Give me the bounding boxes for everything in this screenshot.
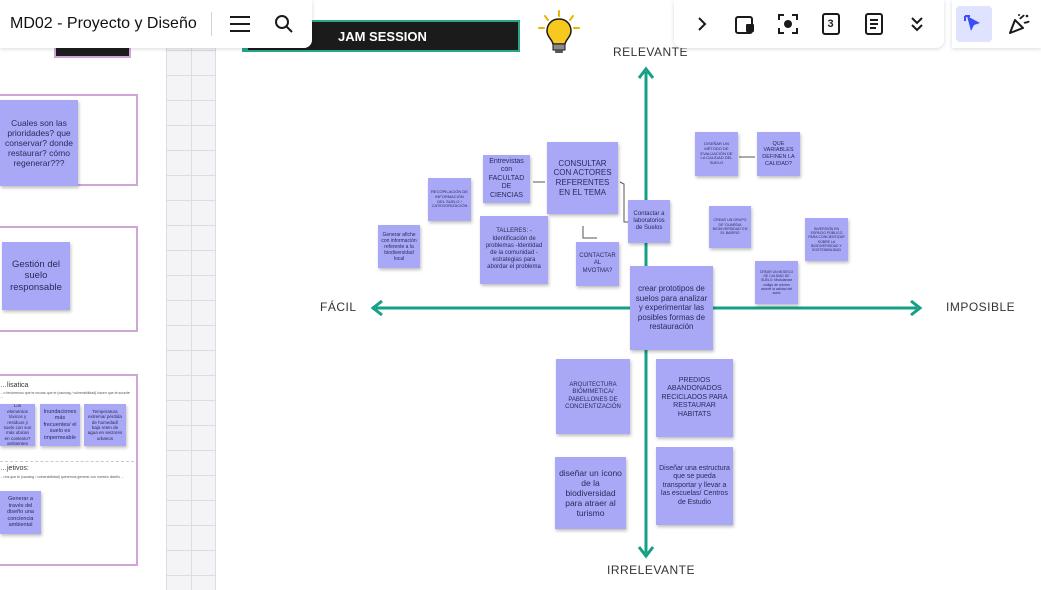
expand-toolbar-button[interactable]	[684, 6, 720, 42]
axis-label-left: FÁCIL	[320, 300, 357, 314]
sticky-text: RECOPILACIÓN DE INFORMACIÓN DEL SUELO / …	[431, 188, 468, 209]
select-tool-button[interactable]	[956, 6, 993, 42]
reactions-button[interactable]	[1001, 6, 1037, 42]
sticky-text: diseñar un ícono de la biodiversidad par…	[559, 467, 622, 519]
axis-label-right: IMPOSIBLE	[946, 300, 1016, 314]
sticky-variables[interactable]: QUE VARIABLES DEFINEN LA CALIDAD?	[757, 132, 800, 176]
sticky-text: INVERSIÓN EN ESPACIO PÚBLICO PARA CONCIE…	[808, 226, 845, 252]
sticky-text: ARQUITECTURA BIOMIMETICA/ PABELLONES DE …	[565, 382, 621, 410]
axis-label-top: RELEVANTE	[613, 45, 688, 59]
counter-value: 3	[827, 18, 834, 30]
sticky-recopilacion[interactable]: RECOPILACIÓN DE INFORMACIÓN DEL SUELO / …	[428, 178, 471, 221]
sticky-text: CONSULTAR CON ACTORES REFERENTES EN EL T…	[553, 158, 612, 197]
board-canvas[interactable]: Cuales son las prioridades? que conserva…	[0, 0, 1041, 590]
sticky-predios[interactable]: PREDIOS ABANDONADOS RECICLADOS PARA REST…	[656, 359, 733, 437]
sticky-crear-grupo[interactable]: CREAR UN GRUPO DE 'GUARDIA BIODIVERSIDAD…	[709, 206, 751, 248]
sticky-text: Entrevistas con FACULTAD DE CIENCIAS	[488, 158, 525, 199]
priority-matrix-axes	[370, 66, 923, 559]
toolbar-separator	[210, 12, 212, 36]
sticky-estructura[interactable]: Diseñar una estructura que se pueda tran…	[656, 447, 733, 525]
sticky-text: DISEÑAR UN MÉTODO DE EVALUACIÓN DE LA CA…	[700, 141, 733, 166]
focus-button[interactable]	[770, 6, 806, 42]
sticky-contactar-mvotma[interactable]: CONTACTAR AL MVOTMA?	[576, 242, 619, 286]
frame-icon	[734, 16, 754, 34]
sticky-text: CREAR UN GRUPO DE 'GUARDIA BIODIVERSIDAD…	[712, 218, 748, 236]
focus-icon	[777, 14, 798, 34]
sticky-text: CREAR UN MODELO DE CALIDAD DE SUELO: Mod…	[759, 270, 794, 295]
mode-toolbar	[952, 0, 1041, 48]
notes-icon	[864, 13, 883, 35]
double-chevron-down-icon	[910, 17, 923, 32]
board-header: MD02 - Proyecto y Diseño	[0, 0, 312, 48]
chevron-right-icon	[697, 17, 706, 31]
sticky-crear-modelo[interactable]: CREAR UN MODELO DE CALIDAD DE SUELO: Mod…	[755, 261, 798, 304]
sticky-contactar-laboratorios[interactable]: Contactar a laboratorios de Suelos	[628, 200, 670, 243]
sticky-icono[interactable]: diseñar un ícono de la biodiversidad par…	[555, 457, 626, 529]
celebrate-icon	[1008, 14, 1030, 34]
sticky-text: Contactar a laboratorios de Suelos	[633, 210, 665, 232]
select-cursor-icon	[964, 15, 981, 31]
sticky-text: Diseñar una estructura que se pueda tran…	[659, 465, 730, 506]
counter-button[interactable]: 3	[813, 6, 849, 42]
sticky-text: Generar afiche con información referente…	[381, 231, 417, 262]
sticky-text: TALLERES: -Identificación de problemas -…	[485, 228, 543, 271]
sticky-inversion[interactable]: INVERSIÓN EN ESPACIO PÚBLICO PARA CONCIE…	[805, 218, 848, 261]
axis-label-bottom: IRRELEVANTE	[607, 563, 695, 577]
more-tools-button[interactable]	[899, 6, 935, 42]
sticky-text: CONTACTAR AL MVOTMA?	[579, 253, 616, 274]
connector-line	[619, 181, 628, 223]
sticky-prototipos[interactable]: crear prototipos de suelos para analizar…	[630, 266, 713, 350]
sticky-afiche[interactable]: Generar afiche con información referente…	[378, 225, 420, 268]
collaboration-toolbar: 3	[674, 0, 944, 48]
connector-line	[582, 226, 597, 239]
board-title[interactable]: MD02 - Proyecto y Diseño	[0, 15, 197, 33]
sticky-text: crear prototipos de suelos para analizar…	[635, 284, 708, 332]
sticky-arquitectura[interactable]: ARQUITECTURA BIOMIMETICA/ PABELLONES DE …	[556, 359, 630, 434]
sticky-entrevistas[interactable]: Entrevistas con FACULTAD DE CIENCIAS	[483, 155, 530, 203]
main-menu-button[interactable]	[222, 6, 258, 42]
sticky-text: QUE VARIABLES DEFINEN LA CALIDAD?	[762, 140, 795, 167]
notes-button[interactable]	[856, 6, 892, 42]
sticky-text: PREDIOS ABANDONADOS RECICLADOS PARA REST…	[661, 377, 728, 418]
sticky-disenar-metodo[interactable]: DISEÑAR UN MÉTODO DE EVALUACIÓN DE LA CA…	[695, 132, 738, 176]
search-icon	[274, 15, 293, 33]
hamburger-menu-icon	[229, 16, 250, 32]
frames-button[interactable]	[727, 6, 763, 42]
sticky-consultar[interactable]: CONSULTAR CON ACTORES REFERENTES EN EL T…	[547, 142, 618, 214]
search-button[interactable]	[266, 6, 302, 42]
sticky-talleres[interactable]: TALLERES: -Identificación de problemas -…	[480, 216, 548, 284]
